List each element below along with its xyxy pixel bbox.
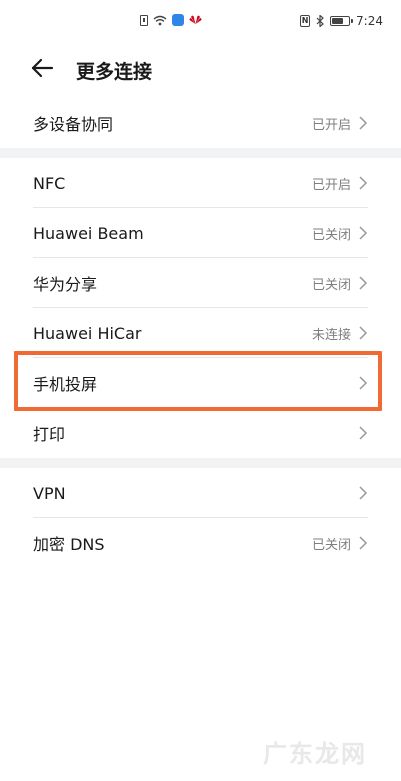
setting-status: 已开启 [311,117,351,133]
chevron-right-icon [359,426,368,440]
setting-row-multi-device[interactable]: 多设备协同 已开启 [0,98,401,148]
setting-label: 华为分享 [33,275,98,294]
setting-label: 手机投屏 [33,375,98,394]
header: 更多连接 [0,44,401,94]
setting-label: Huawei Beam [33,223,144,243]
nfc-icon: N [300,15,311,27]
huawei-icon [189,15,202,24]
setting-status: 未连接 [311,327,351,343]
status-bar: N 7:24 [0,0,401,44]
chevron-right-icon [359,536,368,550]
chevron-right-icon [359,486,368,500]
setting-status: 已关闭 [311,227,351,243]
setting-label: VPN [33,483,66,503]
back-arrow-icon[interactable] [28,54,56,82]
setting-status: 已开启 [311,177,351,193]
settings-group-connections: NFC 已开启 Huawei Beam 已关闭 华为分享 已关闭 Huawei … [0,158,401,458]
setting-row-encrypted-dns[interactable]: 加密 DNS 已关闭 [0,518,401,568]
setting-row-huawei-share[interactable]: 华为分享 已关闭 [0,258,401,308]
watermark-text: 广东龙网 [263,740,367,768]
weather-icon [172,14,184,26]
setting-label: NFC [33,173,66,193]
chevron-right-icon [359,176,368,190]
setting-label: 打印 [33,425,66,444]
chevron-right-icon [359,326,368,340]
group-divider [0,148,401,158]
settings-group-network: VPN 加密 DNS 已关闭 [0,468,401,568]
settings-group-collaboration: 多设备协同 已开启 [0,98,401,148]
chevron-right-icon [359,376,368,390]
bluetooth-icon [316,15,324,27]
screen: N 7:24 更多连接 多设备协同 已开启 NFC 已开启 Huawei Bea… [0,0,401,781]
setting-row-nfc[interactable]: NFC 已开启 [0,158,401,208]
chevron-right-icon [359,226,368,240]
status-bar-system: N 7:24 [300,14,383,28]
chevron-right-icon [359,116,368,130]
setting-status: 已关闭 [311,277,351,293]
setting-row-print[interactable]: 打印 [0,408,401,458]
setting-row-vpn[interactable]: VPN [0,468,401,518]
setting-label: Huawei HiCar [33,323,142,343]
battery-icon [330,16,354,26]
page-title: 更多连接 [76,61,153,83]
sim-icon [140,14,148,26]
setting-row-screen-projection[interactable]: 手机投屏 [0,358,401,408]
setting-row-huawei-hicar[interactable]: Huawei HiCar 未连接 [0,308,401,358]
wifi-icon [153,15,167,25]
group-divider [0,458,401,468]
status-bar-notifications [140,14,202,26]
setting-label: 多设备协同 [33,115,114,134]
setting-label: 加密 DNS [33,535,105,554]
chevron-right-icon [359,276,368,290]
setting-status: 已关闭 [311,537,351,553]
setting-row-huawei-beam[interactable]: Huawei Beam 已关闭 [0,208,401,258]
status-time: 7:24 [356,14,383,28]
